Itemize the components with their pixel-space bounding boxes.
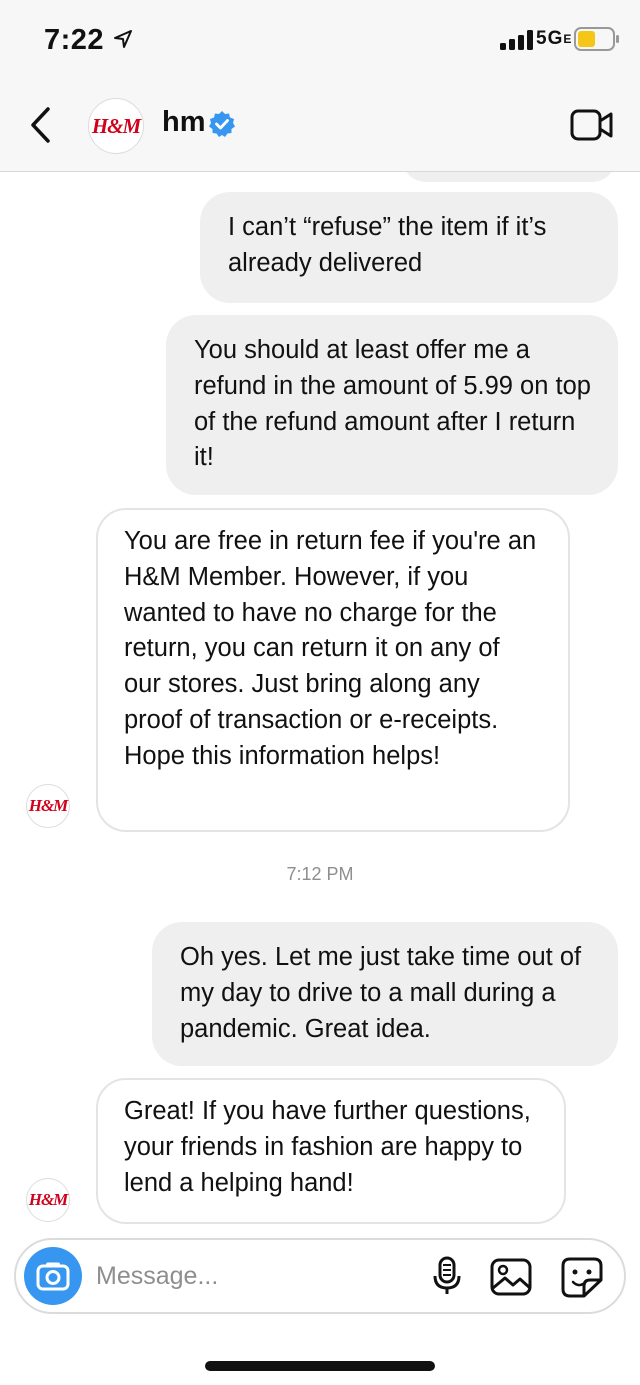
location-arrow-icon [114,30,132,48]
outgoing-message[interactable]: You should at least offer me a refund in… [166,315,618,495]
incoming-message[interactable]: Great! If you have further questions, yo… [96,1078,566,1224]
video-call-icon[interactable] [570,108,614,142]
back-chevron-icon[interactable] [26,104,56,146]
message-list[interactable]: I can’t “refuse” the item if it’s alread… [0,172,640,1232]
outgoing-message[interactable]: Oh yes. Let me just take time out of my … [152,922,618,1066]
signal-bars-icon [500,30,533,50]
outgoing-message[interactable]: I can’t “refuse” the item if it’s alread… [200,192,618,303]
hm-logo: H&M [91,113,141,138]
hm-logo: H&M [28,1190,69,1209]
previous-message-bubble [402,172,616,182]
sender-avatar[interactable]: H&M [26,784,70,828]
verified-badge-icon [209,111,235,137]
message-timestamp: 7:12 PM [286,864,354,884]
camera-button[interactable] [24,1247,82,1305]
status-bar: 7:22 5GE [0,0,640,80]
battery-icon [574,27,619,51]
chat-header: H&M hm [0,80,640,172]
camera-icon [36,1262,70,1291]
network-type: 5G [536,28,564,49]
sender-avatar[interactable]: H&M [26,1178,70,1222]
sticker-icon[interactable] [560,1256,604,1298]
message-composer [14,1238,626,1314]
avatar[interactable]: H&M [88,98,144,154]
incoming-message[interactable]: You are free in return fee if you're an … [96,508,570,832]
microphone-icon[interactable] [430,1256,464,1296]
message-input[interactable] [96,1258,396,1294]
home-indicator[interactable] [205,1361,435,1371]
gallery-icon[interactable] [490,1258,532,1296]
network-label: 5GE [536,28,572,50]
network-suffix: E [563,32,573,46]
hm-logo: H&M [28,796,69,815]
status-time: 7:22 [44,24,105,56]
contact-name[interactable]: hm [162,106,206,139]
